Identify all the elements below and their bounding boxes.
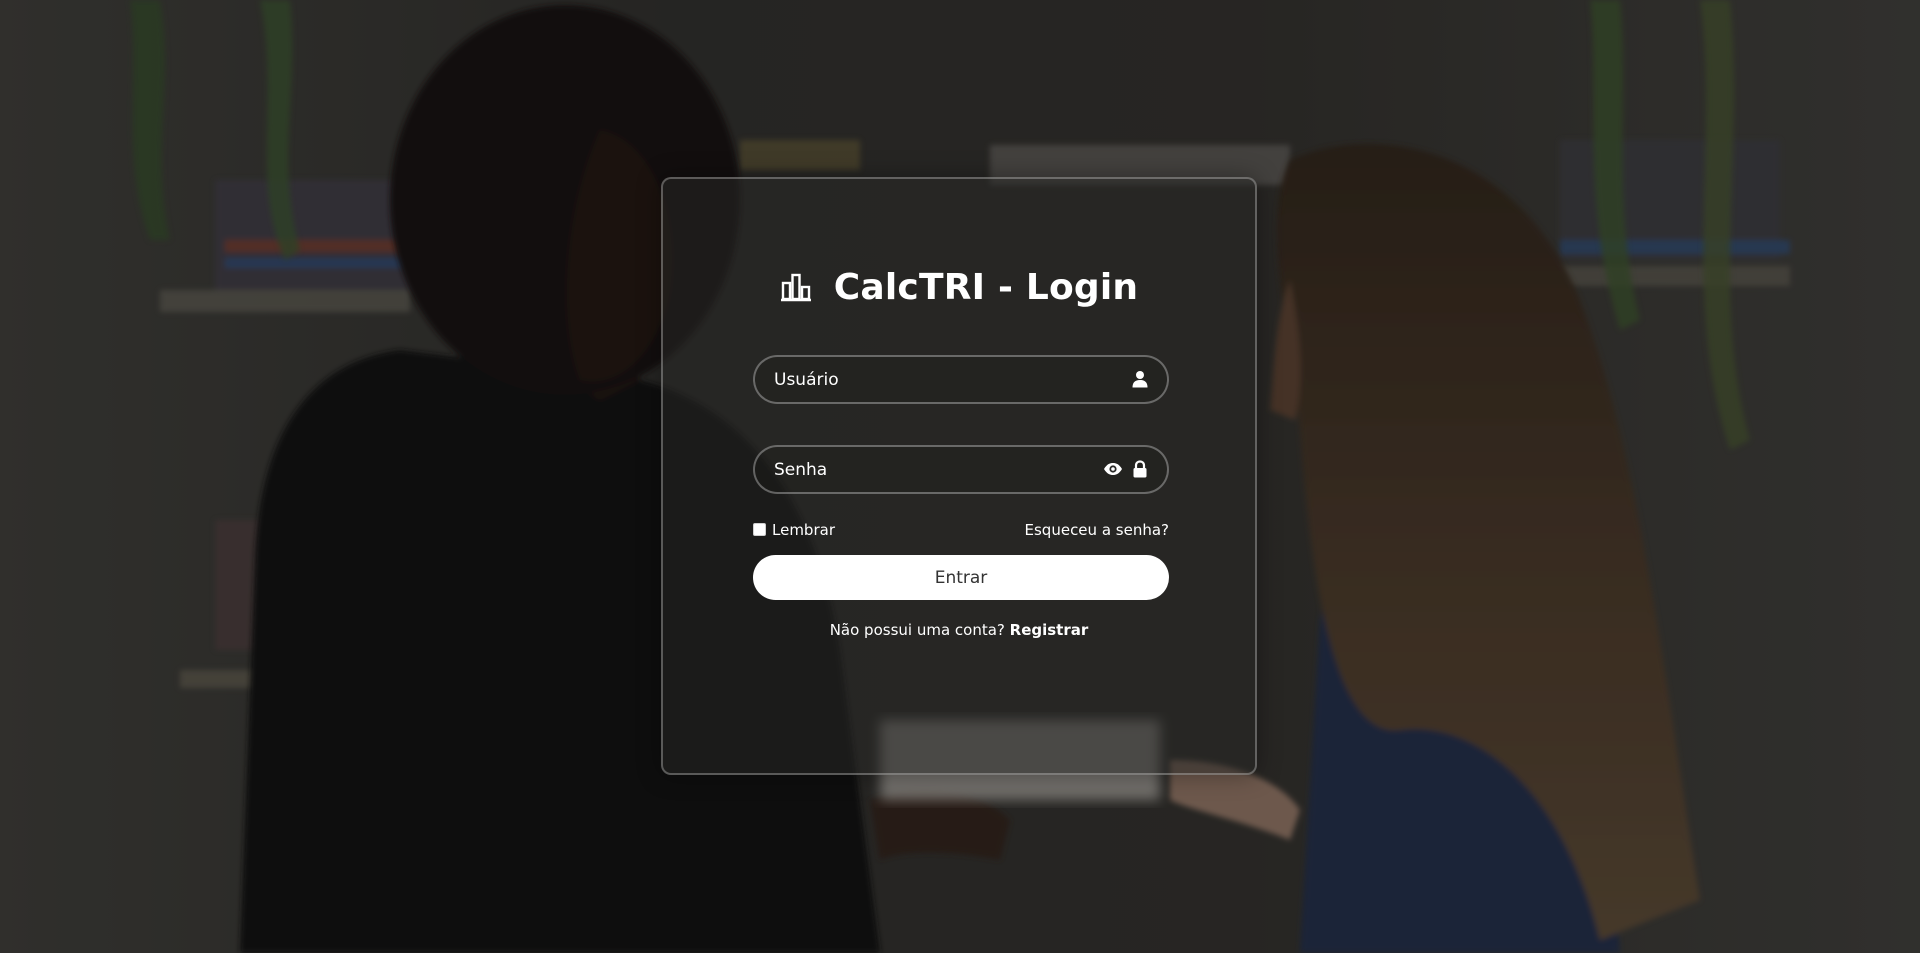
username-field[interactable] <box>753 355 1169 404</box>
remember-label: Lembrar <box>772 521 835 539</box>
register-prompt: Não possui uma conta? Registrar <box>663 621 1255 639</box>
eye-icon[interactable] <box>1103 460 1123 478</box>
login-button[interactable]: Entrar <box>753 555 1169 600</box>
forgot-password-link[interactable]: Esqueceu a senha? <box>1025 521 1169 539</box>
remember-option[interactable]: Lembrar <box>753 521 835 539</box>
no-account-text: Não possui uma conta? <box>829 621 1010 639</box>
chart-bar-icon <box>780 271 812 303</box>
login-card: CalcTRI - Login Usuário Lembrar Esqueceu… <box>661 177 1257 775</box>
username-input[interactable] <box>774 357 1074 402</box>
login-header: CalcTRI - Login <box>663 262 1255 312</box>
register-link[interactable]: Registrar <box>1010 621 1089 639</box>
remember-checkbox[interactable] <box>753 522 766 536</box>
lock-icon <box>1131 460 1149 478</box>
user-icon <box>1131 370 1149 388</box>
password-input[interactable] <box>774 447 1074 492</box>
password-field[interactable] <box>753 445 1169 494</box>
login-options: Lembrar Esqueceu a senha? <box>753 521 1169 545</box>
page-title: CalcTRI - Login <box>833 266 1139 308</box>
